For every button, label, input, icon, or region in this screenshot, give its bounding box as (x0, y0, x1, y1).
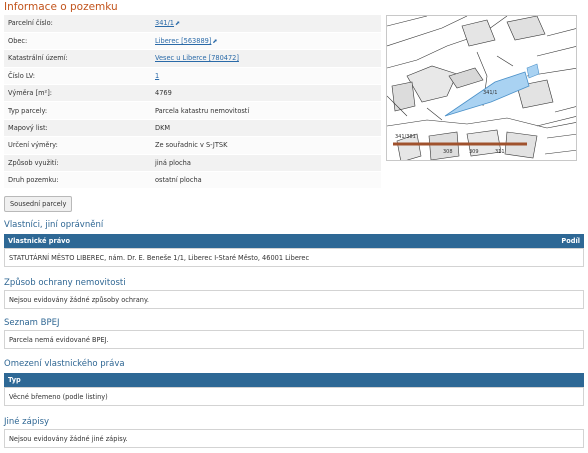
type-column-header: Typ (8, 376, 21, 384)
info-value: 4769 (155, 89, 172, 98)
info-value-link[interactable]: 341/1 (155, 19, 174, 27)
owner-row: STATUTÁRNÍ MĚSTO LIBEREC, nám. Dr. E. Be… (4, 248, 584, 267)
external-link-icon[interactable]: ⬈ (175, 20, 180, 27)
info-value-cell: 4769 (151, 84, 381, 103)
info-row: Typ parcely: Parcela katastru nemovitostí (4, 101, 381, 120)
info-value-link[interactable]: Liberec [563889] (155, 37, 211, 45)
info-value: jiná plocha (155, 158, 191, 167)
section-ownership-title: Vlastníci, jiní oprávnění (4, 220, 104, 230)
info-label: Katastrální území: (4, 49, 151, 68)
info-value-link[interactable]: 1 (155, 72, 159, 80)
info-row: Obec: Liberec [563889]⬈ (4, 32, 381, 51)
info-label: Číslo LV: (4, 67, 151, 86)
info-label: Způsob využití: (4, 154, 151, 173)
section-restrictions-title: Omezení vlastnického práva (4, 359, 125, 369)
info-value-cell: 341/1⬈ (151, 15, 381, 33)
info-label: Druh pozemku: (4, 171, 151, 190)
info-value-cell: Ze souřadnic v S-JTSK (151, 136, 381, 155)
page-title: Informace o pozemku (4, 1, 118, 13)
info-row: Druh pozemku: ostatní plocha (4, 171, 381, 190)
info-value: DKM (155, 124, 171, 133)
info-row: Mapový list: DKM (4, 119, 381, 138)
other-row: Nejsou evidovány žádné jiné zápisy. (4, 429, 584, 448)
section-other-title: Jiné zápisy (4, 417, 50, 427)
map-label-2: 308 (443, 149, 453, 155)
info-value-cell: 1 (151, 67, 381, 86)
info-value-cell: ostatní plocha (151, 171, 381, 190)
info-value-cell: Vesec u Liberce [780472] (151, 49, 381, 68)
map-label-4: 311 (495, 149, 505, 155)
info-label: Určení výměry: (4, 136, 151, 155)
info-row: Určení výměry: Ze souřadnic v S-JTSK (4, 136, 381, 155)
map-label-3: 309 (469, 149, 479, 155)
info-label: Parcelní číslo: (4, 15, 151, 33)
restrictions-header: Typ (4, 373, 584, 387)
info-row: Číslo LV: 1 (4, 67, 381, 86)
bpej-row: Parcela nemá evidované BPEJ. (4, 330, 584, 349)
info-value: Parcela katastru nemovitostí (155, 106, 250, 115)
map-label-0: 341/1 (483, 90, 497, 96)
info-label: Typ parcely: (4, 101, 151, 120)
share-column-header: Podíl (561, 237, 580, 245)
neighbor-parcels-button[interactable]: Sousední parcely (4, 196, 73, 212)
info-row: Katastrální území: Vesec u Liberce [78047… (4, 49, 381, 68)
bpej-text: Parcela nemá evidované BPEJ. (9, 335, 109, 344)
section-protection-title: Způsob ochrany nemovitosti (4, 278, 126, 288)
ownership-header: Vlastnické právo Podíl (4, 234, 584, 248)
external-link-icon[interactable]: ⬈ (212, 38, 217, 45)
protection-row: Nejsou evidovány žádné způsoby ochrany. (4, 290, 584, 309)
info-value-cell: DKM (151, 119, 381, 138)
info-row: Výměra [m²]: 4769 (4, 84, 381, 103)
info-value: ostatní plocha (155, 176, 202, 185)
info-label: Obec: (4, 32, 151, 51)
parcel-info-table: Parcelní číslo: 341/1⬈ Obec: Liberec [56388… (4, 15, 381, 190)
other-text: Nejsou evidovány žádné jiné zápisy. (9, 434, 128, 443)
restriction-row: Věcné břemeno (podle listiny) (4, 387, 584, 406)
info-value-cell: Parcela katastru nemovitostí (151, 101, 381, 120)
map-label-1: 341/381 (395, 134, 416, 140)
map-svg: 341/381 308 309 311 341/1 (387, 16, 576, 160)
info-row: Parcelní číslo: 341/1⬈ (4, 15, 381, 33)
info-value-cell: Liberec [563889]⬈ (151, 32, 381, 51)
owner-column-header: Vlastnické právo (8, 237, 70, 245)
info-value-link[interactable]: Vesec u Liberce [780472] (155, 54, 239, 62)
restriction-text: Věcné břemeno (podle listiny) (9, 392, 108, 401)
protection-text: Nejsou evidovány žádné způsoby ochrany. (9, 295, 150, 304)
info-value-cell: jiná plocha (151, 154, 381, 173)
info-row: Způsob využití: jiná plocha (4, 154, 381, 173)
section-bpej-title: Seznam BPEJ (4, 318, 60, 328)
info-value: Ze souřadnic v S-JTSK (155, 141, 228, 150)
parcel-map[interactable]: 341/381 308 309 311 341/1 (386, 15, 577, 161)
info-label: Mapový list: (4, 119, 151, 138)
owner-text: STATUTÁRNÍ MĚSTO LIBEREC, nám. Dr. E. Be… (9, 253, 310, 262)
info-label: Výměra [m²]: (4, 84, 151, 103)
